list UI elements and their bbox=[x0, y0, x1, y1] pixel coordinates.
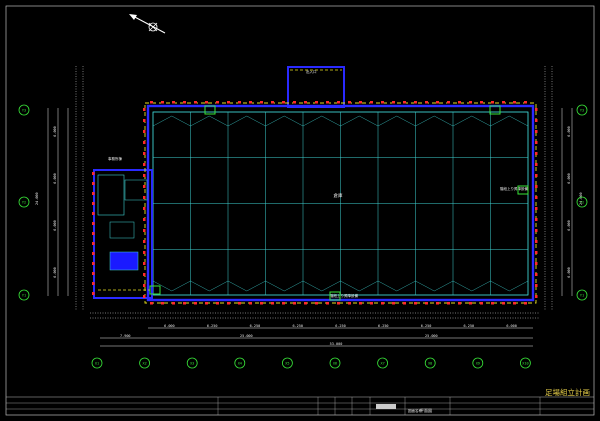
col-bubble-label: X7 bbox=[380, 361, 384, 365]
center-label: 倉庫 bbox=[334, 192, 343, 199]
col-bubble-label: X8 bbox=[428, 361, 432, 365]
left-block-tag: 事務所棟 bbox=[108, 156, 122, 161]
bottom-span-3: 6.250 bbox=[292, 324, 303, 328]
col-bubble-label: X10 bbox=[522, 361, 528, 365]
left-total: 24.000 bbox=[35, 192, 39, 205]
bottom-note: 階段上り昇降設備 bbox=[330, 293, 358, 298]
sheet-title: 足場組立計画 bbox=[545, 387, 590, 397]
col-bubble-label: X9 bbox=[476, 361, 480, 365]
scaffold-markers bbox=[92, 101, 538, 305]
bottom-span-7: 6.250 bbox=[464, 324, 475, 328]
stairs-symbols bbox=[149, 105, 529, 301]
left-dim-2: 6.000 bbox=[53, 220, 57, 231]
col-bubble-label: X3 bbox=[190, 361, 194, 365]
row-bubble-label-left: Y1 bbox=[22, 293, 26, 297]
col-bubble-label: X4 bbox=[238, 361, 242, 365]
bottom-mid-a: 25.000 bbox=[240, 334, 253, 338]
bottom-span-0: 6.000 bbox=[164, 324, 175, 328]
bottom-span-8: 6.000 bbox=[506, 324, 517, 328]
column-grid bbox=[152, 111, 529, 296]
left-dim-1: 6.000 bbox=[53, 173, 57, 184]
right-dim-1: 6.000 bbox=[567, 173, 571, 184]
title-block bbox=[6, 396, 594, 415]
bottom-span-5: 6.250 bbox=[378, 324, 389, 328]
right-dim-0: 6.000 bbox=[567, 126, 571, 137]
top-tag: 出入口 bbox=[306, 69, 317, 74]
right-dim-2: 6.000 bbox=[567, 220, 571, 231]
bottom-span-1: 6.250 bbox=[207, 324, 218, 328]
floor-plan-drawing: 出入口 事務所棟 倉庫 階段上り昇降設備 階段上り昇降設備 6.000 6.000… bbox=[5, 5, 595, 416]
bottom-span-4: 6.250 bbox=[335, 324, 346, 328]
row-bubble-label-right: Y3 bbox=[580, 108, 584, 112]
column-grid-bubbles: X1 X2 X3 X4 X5 X6 X7 X8 X9 X10 bbox=[91, 357, 531, 369]
row-bubble-label-right: Y2 bbox=[580, 200, 584, 204]
left-dim-3: 6.000 bbox=[53, 267, 57, 278]
row-bubble-label-right: Y1 bbox=[580, 293, 584, 297]
bottom-mid-b: 25.000 bbox=[425, 334, 438, 338]
col-bubble-label: X2 bbox=[142, 361, 146, 365]
right-dim-3: 6.000 bbox=[567, 267, 571, 278]
bottom-dimensions bbox=[90, 312, 540, 347]
left-dim-0: 6.000 bbox=[53, 126, 57, 137]
row-bubble-label-left: Y2 bbox=[22, 200, 26, 204]
bottom-mid-left: 7.900 bbox=[120, 334, 131, 338]
office-block bbox=[93, 169, 153, 299]
col-bubble-label: X6 bbox=[333, 361, 337, 365]
cad-viewer-canvas[interactable]: 出入口 事務所棟 倉庫 階段上り昇降設備 階段上り昇降設備 6.000 6.000… bbox=[0, 0, 600, 421]
col-bubble-label: X1 bbox=[95, 361, 99, 365]
bottom-span-2: 6.250 bbox=[250, 324, 261, 328]
north-arrow-icon bbox=[129, 14, 166, 34]
bottom-total: 53.000 bbox=[330, 342, 343, 346]
col-bubble-label: X5 bbox=[285, 361, 289, 365]
right-note: 階段上り昇降設備 bbox=[500, 186, 528, 191]
bottom-span-6: 6.250 bbox=[421, 324, 432, 328]
plan-label: 平面図 bbox=[420, 408, 432, 413]
row-bubble-label-left: Y3 bbox=[22, 108, 26, 112]
